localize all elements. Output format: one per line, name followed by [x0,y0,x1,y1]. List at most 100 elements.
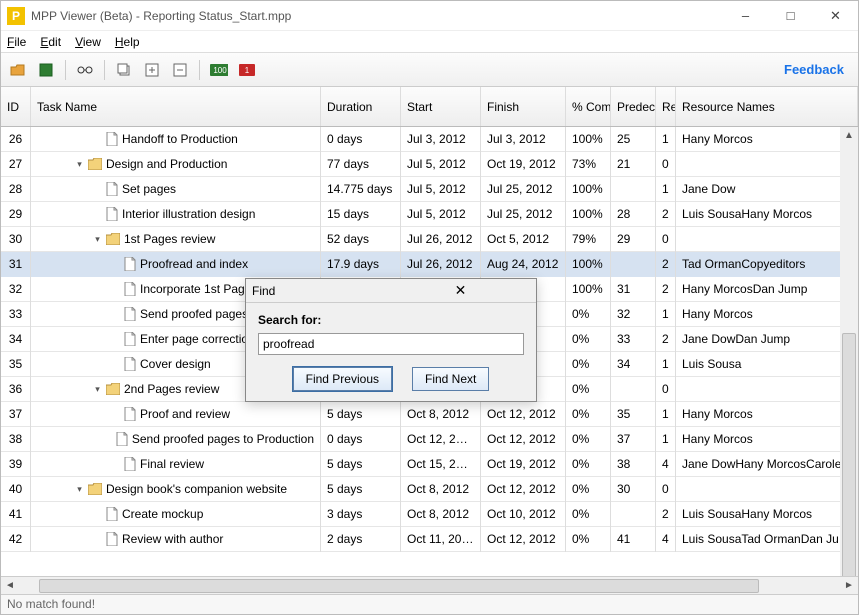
table-row[interactable]: 29Interior illustration design15 daysJul… [1,202,858,227]
cell-finish: Aug 24, 2012 [481,252,566,277]
open-icon[interactable] [9,61,27,79]
scroll-thumb[interactable] [842,333,856,576]
titlebar: P MPP Viewer (Beta) - Reporting Status_S… [1,1,858,31]
find-icon[interactable] [76,61,94,79]
cell-resource-names [676,227,858,252]
table-row[interactable]: 42Review with author2 daysOct 11, 2012Oc… [1,527,858,552]
horizontal-scrollbar[interactable]: ◄ ► [1,576,858,594]
menu-edit[interactable]: Edit [40,35,61,49]
expander-spacer [111,260,120,269]
table-row[interactable]: 41Create mockup3 daysOct 8, 2012Oct 10, … [1,502,858,527]
folder-icon [106,383,120,395]
cell-task-name: Proof and review [31,402,321,427]
dialog-titlebar: Find ✕ [246,279,536,303]
cell-pct: 100% [566,277,611,302]
minimize-button[interactable]: – [723,1,768,31]
scroll-left-icon[interactable]: ◄ [1,578,19,594]
badge-red-icon[interactable]: 1 [238,61,256,79]
cell-id: 33 [1,302,31,327]
close-button[interactable]: ✕ [813,1,858,31]
cell-duration: 5 days [321,477,401,502]
table-row[interactable]: 28Set pages14.775 daysJul 5, 2012Jul 25,… [1,177,858,202]
col-predecessors[interactable]: Predec [611,87,656,126]
document-icon [124,407,136,421]
col-id[interactable]: ID [1,87,31,126]
collapse-all-icon[interactable] [171,61,189,79]
expander-icon[interactable]: ▾ [93,235,102,244]
cell-start: Oct 8, 2012 [401,477,481,502]
find-previous-button[interactable]: Find Previous [293,367,392,391]
cell-finish: Oct 10, 2012 [481,502,566,527]
scroll-right-icon[interactable]: ► [840,578,858,594]
menu-file[interactable]: File [7,35,26,49]
cell-resource-names [676,152,858,177]
scroll-up-icon[interactable]: ▲ [840,127,858,143]
dialog-title: Find [252,284,391,298]
cell-pct: 79% [566,227,611,252]
cell-resource-names: Luis SousaHany Morcos [676,202,858,227]
table-row[interactable]: 38Send proofed pages to Production0 days… [1,427,858,452]
dialog-close-icon[interactable]: ✕ [391,282,530,299]
col-resources[interactable]: Re C [656,87,676,126]
cell-finish: Oct 12, 2012 [481,527,566,552]
task-label: Final review [140,455,204,474]
col-start[interactable]: Start [401,87,481,126]
col-task-name[interactable]: Task Name [31,87,321,126]
cell-res: 4 [656,527,676,552]
table-row[interactable]: 26Handoff to Production0 daysJul 3, 2012… [1,127,858,152]
document-icon [106,507,118,521]
task-label: Interior illustration design [122,205,255,224]
cell-duration: 3 days [321,502,401,527]
cell-id: 40 [1,477,31,502]
feedback-link[interactable]: Feedback [784,62,850,77]
cell-task-name: Set pages [31,177,321,202]
app-window: P MPP Viewer (Beta) - Reporting Status_S… [0,0,859,615]
cell-finish: Oct 12, 2012 [481,477,566,502]
cell-task-name: Review with author [31,527,321,552]
cell-id: 39 [1,452,31,477]
find-next-button[interactable]: Find Next [412,367,489,391]
cell-finish: Jul 25, 2012 [481,177,566,202]
menu-help[interactable]: Help [115,35,140,49]
cell-id: 42 [1,527,31,552]
export-icon[interactable] [37,61,55,79]
document-icon [116,432,128,446]
task-label: Incorporate 1st Pages [140,280,257,299]
cell-id: 26 [1,127,31,152]
col-resource-names[interactable]: Resource Names [676,87,858,126]
col-finish[interactable]: Finish [481,87,566,126]
maximize-button[interactable]: □ [768,1,813,31]
cell-pred: 38 [611,452,656,477]
menubar: File Edit View Help [1,31,858,53]
cell-pred [611,377,656,402]
cell-task-name: Final review [31,452,321,477]
table-row[interactable]: 39Final review5 daysOct 15, 2012Oct 19, … [1,452,858,477]
table-row[interactable]: 27▾Design and Production77 daysJul 5, 20… [1,152,858,177]
badge-100-icon[interactable]: 100 [210,61,228,79]
cell-pred: 32 [611,302,656,327]
cell-res: 1 [656,127,676,152]
menu-view[interactable]: View [75,35,101,49]
scroll-thumb[interactable] [39,579,759,593]
expander-spacer [111,410,120,419]
expand-all-icon[interactable] [143,61,161,79]
task-label: Enter page corrections [140,330,261,349]
table-row[interactable]: 40▾Design book's companion website5 days… [1,477,858,502]
expander-icon[interactable]: ▾ [75,485,84,494]
table-row[interactable]: 31Proofread and index17.9 daysJul 26, 20… [1,252,858,277]
vertical-scrollbar[interactable]: ▲ ▼ [840,127,858,576]
col-duration[interactable]: Duration [321,87,401,126]
table-row[interactable]: 37Proof and review5 daysOct 8, 2012Oct 1… [1,402,858,427]
table-row[interactable]: 30▾1st Pages review52 daysJul 26, 2012Oc… [1,227,858,252]
expander-spacer [111,310,120,319]
expander-icon[interactable]: ▾ [75,160,84,169]
cell-res: 1 [656,177,676,202]
expander-spacer [93,535,102,544]
expander-icon[interactable]: ▾ [93,385,102,394]
search-input[interactable] [258,333,524,355]
cell-finish: Oct 5, 2012 [481,227,566,252]
cell-res: 2 [656,502,676,527]
col-pct-complete[interactable]: % Compl [566,87,611,126]
copy-icon[interactable] [115,61,133,79]
task-label: Handoff to Production [122,130,238,149]
